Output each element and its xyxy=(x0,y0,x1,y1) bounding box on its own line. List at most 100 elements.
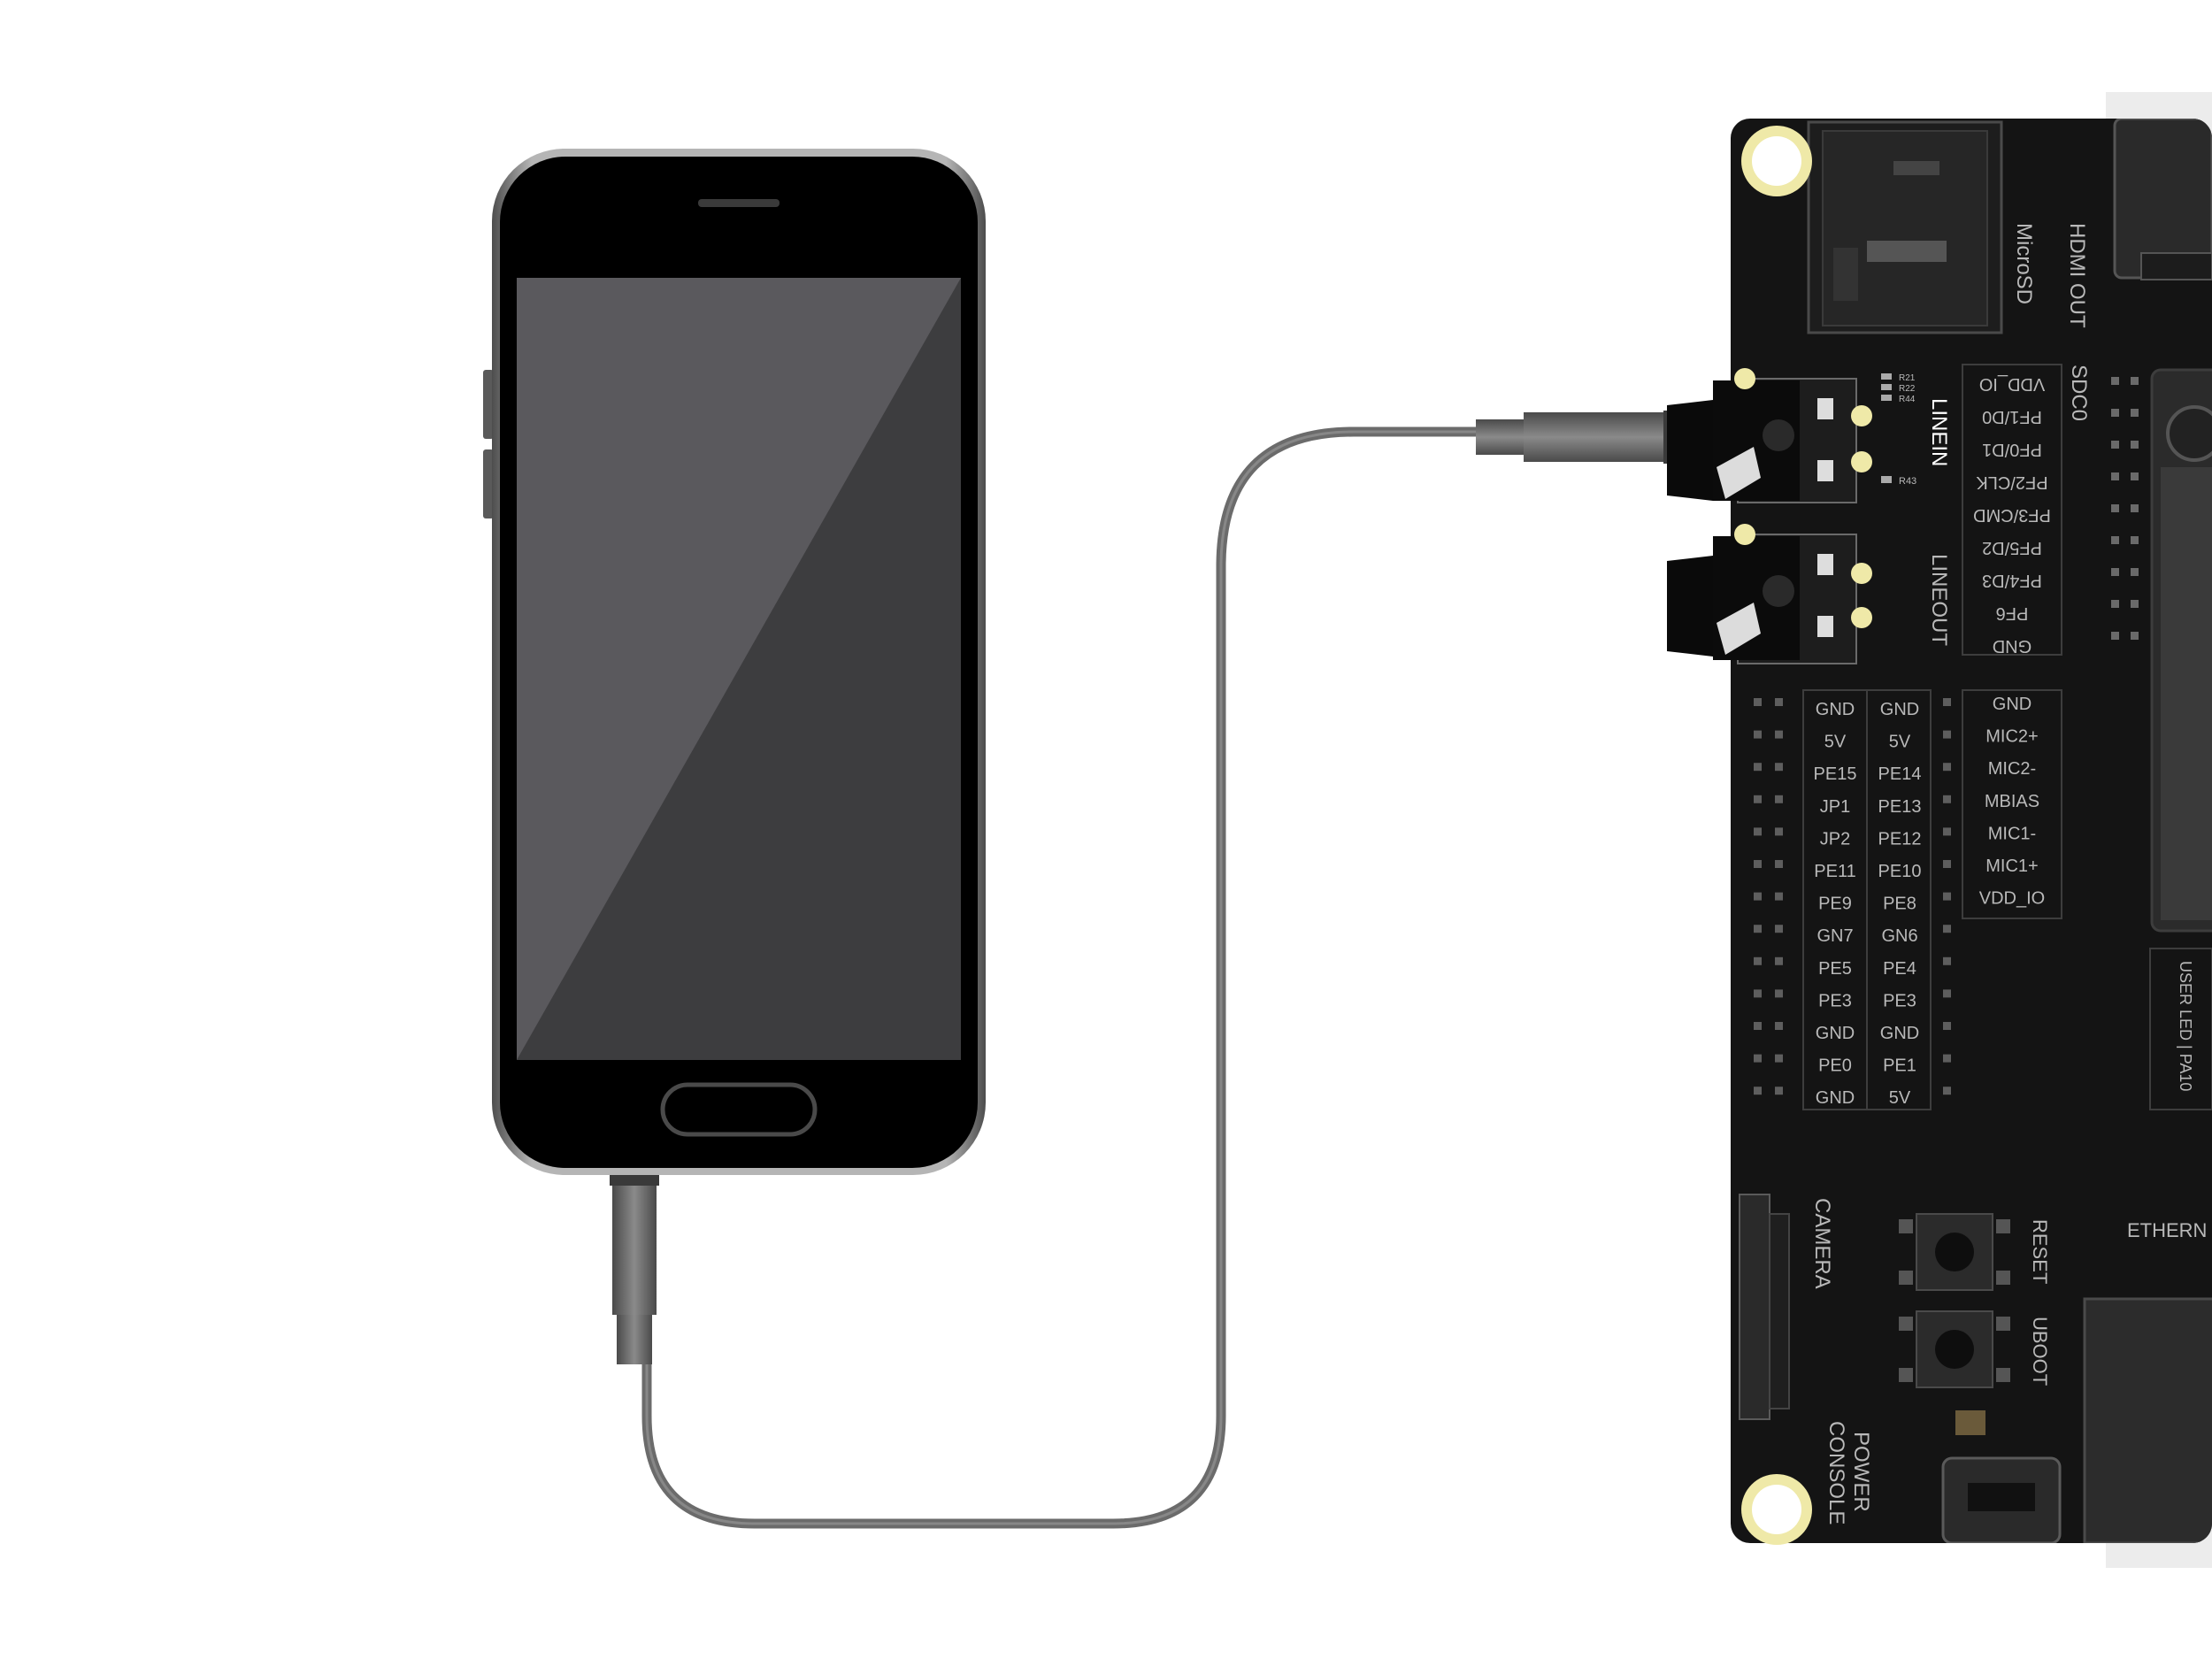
header-pin xyxy=(1943,827,1951,836)
header-pin-label: PE4 xyxy=(1883,959,1916,979)
smartphone xyxy=(483,149,986,1175)
ethernet-jack xyxy=(2083,1297,2212,1543)
header-pin xyxy=(1754,860,1762,868)
header-pin-label: PE10 xyxy=(1878,862,1922,881)
header-pin xyxy=(1775,1054,1783,1063)
header-pin xyxy=(1943,698,1951,706)
header-pin xyxy=(2131,441,2139,449)
header-pin xyxy=(1775,956,1783,965)
microsd-slot xyxy=(1807,120,2003,334)
header-pin-label: JP2 xyxy=(1820,829,1850,849)
power-label: POWER xyxy=(1849,1432,1873,1512)
mic-pin-label: MIC2+ xyxy=(1985,727,2038,747)
sdc0-pin-label: PF3/CMD xyxy=(1973,505,2051,525)
sdc0-pin-label: PF6 xyxy=(1996,603,2029,623)
header-pin xyxy=(1754,827,1762,836)
header-pin xyxy=(2131,632,2139,640)
illustration-canvas: R21R22R44 R43 HDMI OUT MicroSD SDC0 LINE… xyxy=(483,92,2212,1568)
sdc0-pin-label: PF0/D1 xyxy=(1982,440,2042,459)
usb-console-connector xyxy=(1941,1456,2062,1543)
header-pin-label: PE15 xyxy=(1814,764,1857,784)
console-label: CONSOLE xyxy=(1824,1421,1848,1525)
header-pin-label: JP1 xyxy=(1820,797,1850,817)
header-pin-label: PE0 xyxy=(1818,1056,1852,1076)
sdc0-pin-label: PF4/D3 xyxy=(1982,571,2042,590)
resistor-label: R22 xyxy=(1899,384,1916,394)
resistor-label: R21 xyxy=(1899,373,1916,383)
dev-board: R21R22R44 R43 HDMI OUT MicroSD SDC0 LINE… xyxy=(1667,92,2212,1568)
header-pin xyxy=(1775,1022,1783,1030)
header-pin xyxy=(1754,763,1762,772)
header-pin-label: GN7 xyxy=(1816,926,1853,946)
header-pin xyxy=(1943,795,1951,803)
header-pin xyxy=(1775,989,1783,998)
earpiece-speaker xyxy=(698,199,780,207)
sdc0-pin-label: PF1/D0 xyxy=(1982,407,2042,426)
header-pin xyxy=(1775,795,1783,803)
header-pin xyxy=(1754,1054,1762,1063)
lineout-label: LINEOUT xyxy=(1927,554,1951,646)
header-pin-label: GND xyxy=(1816,1024,1855,1043)
header-pin xyxy=(2131,600,2139,608)
linein-label: LINEIN xyxy=(1927,398,1951,466)
header-pin xyxy=(1943,1022,1951,1030)
header-pin xyxy=(1754,730,1762,739)
camera-label: CAMERA xyxy=(1810,1198,1834,1289)
header-pin xyxy=(1775,730,1783,739)
resistor-label: R44 xyxy=(1899,395,1916,404)
lineout-jack[interactable] xyxy=(1667,524,1872,664)
header-pin-label: PE3 xyxy=(1883,991,1916,1010)
sdc0-pin-label: PF2/CLK xyxy=(1976,472,2048,492)
header-pin xyxy=(2131,536,2139,544)
hdmi-out-label: HDMI OUT xyxy=(2065,223,2089,328)
header-pin-label: PE8 xyxy=(1883,895,1916,914)
phone-screen xyxy=(517,278,961,1060)
header-pin-label: PE1 xyxy=(1883,1056,1916,1076)
header-pin xyxy=(1943,730,1951,739)
header-pin xyxy=(2131,472,2139,480)
header-pin xyxy=(2111,409,2119,417)
header-pin-label: GND xyxy=(1816,1088,1855,1108)
header-pin xyxy=(1775,1087,1783,1095)
header-pin xyxy=(1754,1022,1762,1030)
header-pin xyxy=(2131,504,2139,512)
sdc0-pin-label: GND xyxy=(1993,636,2032,656)
header-pin xyxy=(1775,698,1783,706)
header-pin xyxy=(1754,892,1762,901)
mount-hole-bottom xyxy=(1741,1474,1812,1545)
mic-pin-label: MBIAS xyxy=(1985,792,2039,811)
header-pin-label: PE9 xyxy=(1818,895,1852,914)
header-pin-label: PE13 xyxy=(1878,797,1922,817)
header-pin xyxy=(2131,409,2139,417)
header-pin xyxy=(2131,377,2139,385)
header-pin xyxy=(2111,472,2119,480)
header-pin-label: GND xyxy=(1816,700,1855,719)
wifi-module xyxy=(2150,368,2212,933)
header-pin xyxy=(2111,600,2119,608)
header-pin-label: 5V xyxy=(1889,733,1911,752)
mic-pin-label: GND xyxy=(1993,695,2032,714)
resistor xyxy=(1881,384,1892,390)
mount-hole-top xyxy=(1741,126,1812,196)
header-pin-label: PE14 xyxy=(1878,764,1922,784)
header-pin xyxy=(1754,1087,1762,1095)
mic-pin-label: MIC1- xyxy=(1988,824,2036,843)
header-pin xyxy=(2111,568,2119,576)
header-pin xyxy=(1754,925,1762,933)
header-pin-label: 5V xyxy=(1824,733,1847,752)
header-pin xyxy=(2111,441,2119,449)
linein-jack[interactable] xyxy=(1667,368,1872,503)
header-pin-label: PE11 xyxy=(1814,862,1855,881)
header-pin xyxy=(2111,632,2119,640)
header-pin-label: GN6 xyxy=(1881,926,1917,946)
header-pin xyxy=(1775,925,1783,933)
uboot-label: UBOOT xyxy=(2029,1317,2051,1386)
header-pin xyxy=(1943,860,1951,868)
reset-label: RESET xyxy=(2029,1219,2051,1284)
hdmi-connector xyxy=(2113,119,2212,280)
header-pin xyxy=(2131,568,2139,576)
microsd-label: MicroSD xyxy=(2012,223,2036,304)
mic-pin-label: MIC2- xyxy=(1988,759,2036,779)
resistor xyxy=(1881,395,1892,401)
header-pin xyxy=(1754,989,1762,998)
